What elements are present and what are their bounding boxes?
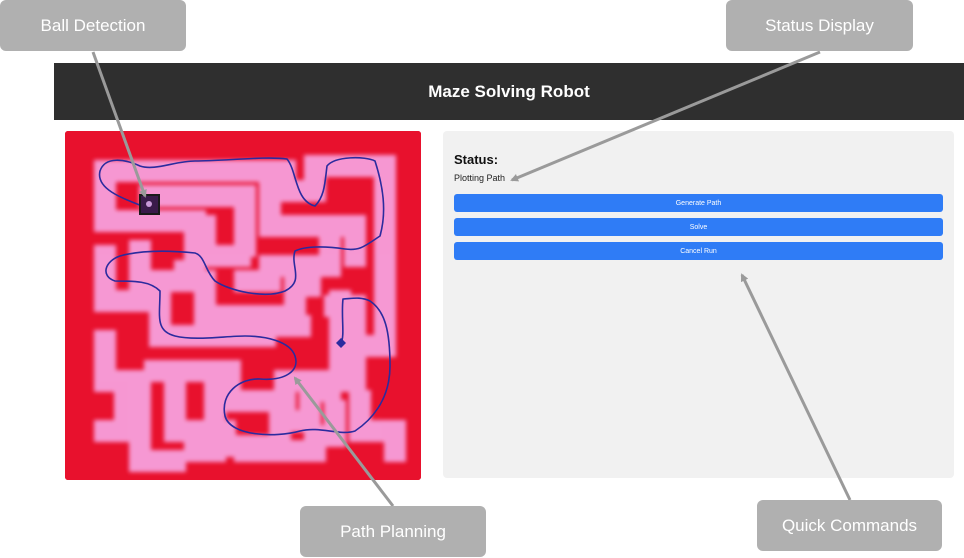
solve-button[interactable]: Solve <box>454 218 943 236</box>
callout-status-display: Status Display <box>726 0 913 51</box>
status-value: Plotting Path <box>454 173 506 183</box>
ball-icon <box>146 201 152 207</box>
app-title: Maze Solving Robot <box>428 81 590 101</box>
callout-quick-commands: Quick Commands <box>757 500 942 551</box>
callout-path-planning: Path Planning <box>300 506 486 557</box>
maze-camera-view <box>65 131 421 480</box>
generate-path-button[interactable]: Generate Path <box>454 194 943 212</box>
callout-ball-detection: Ball Detection <box>0 0 186 51</box>
status-label: Status: <box>454 152 499 167</box>
maze-image <box>65 131 421 480</box>
control-panel: Status: Plotting Path Generate Path Solv… <box>443 131 954 478</box>
cancel-run-button[interactable]: Cancel Run <box>454 242 943 260</box>
app-header: Maze Solving Robot <box>54 63 964 120</box>
